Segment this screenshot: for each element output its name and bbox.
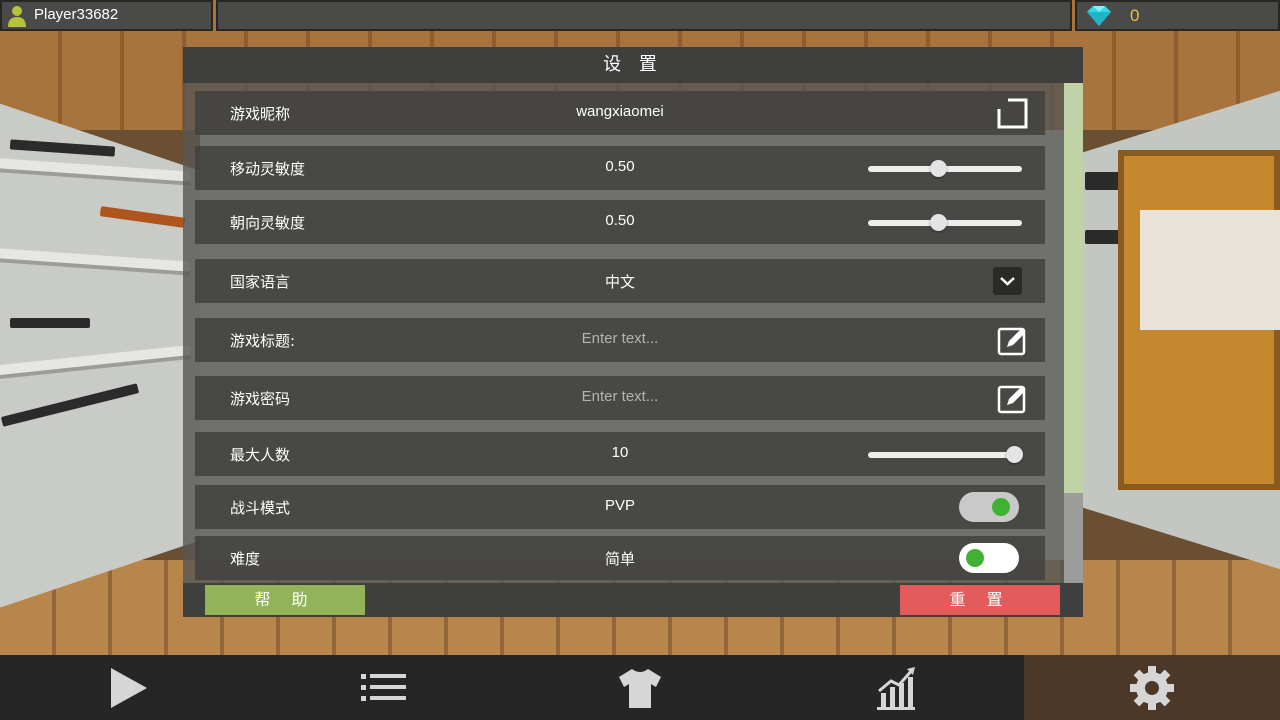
settings-row-game-password: 游戏密码 Enter text... [195,376,1045,420]
row-label: 最大人数 [230,446,291,464]
settings-list[interactable]: 游戏昵称 wangxiaomei 移动灵敏度 0.50 朝向灵敏度 0.50 国… [195,91,1045,583]
move-sensitivity-value: 0.50 [605,158,635,175]
settings-row-language: 国家语言 中文 [195,259,1045,303]
toggle-knob [992,498,1010,516]
battle-mode-value: PVP [604,497,635,514]
nav-stats[interactable] [768,655,1024,720]
top-bar: Player33682 0 [0,0,1280,31]
game-title-input[interactable]: Enter text... [520,330,720,347]
top-bar-spacer [216,0,1072,31]
gear-icon [1130,666,1174,710]
max-players-slider[interactable] [868,446,1023,463]
row-label: 移动灵敏度 [230,160,306,178]
stats-chart-icon [877,667,915,710]
row-label: 国家语言 [230,273,291,291]
list-icon [361,674,406,701]
play-icon [111,668,147,708]
slider-handle[interactable] [930,214,947,231]
edit-box-icon[interactable] [997,98,1028,129]
settings-row-difficulty: 难度 简单 [195,536,1045,580]
settings-row-nickname: 游戏昵称 wangxiaomei [195,91,1045,135]
row-label: 游戏密码 [230,390,291,408]
nav-list[interactable] [256,655,512,720]
help-button[interactable]: 帮 助 [205,585,365,615]
player-avatar-icon [8,6,26,27]
language-value: 中文 [604,274,635,291]
settings-row-battle-mode: 战斗模式 PVP [195,485,1045,529]
move-sensitivity-slider[interactable] [868,160,1022,177]
slider-track [868,452,1022,458]
diamond-icon [1087,6,1111,26]
edit-icon[interactable] [997,383,1028,414]
settings-title: 设 置 [183,47,1083,83]
nav-play[interactable] [0,655,256,720]
gem-count: 0 [1130,6,1140,25]
row-label: 战斗模式 [230,499,291,517]
slider-handle[interactable] [930,160,947,177]
difficulty-toggle[interactable] [959,543,1019,573]
nickname-value: wangxiaomei [576,103,664,120]
battle-mode-toggle[interactable] [959,492,1019,522]
language-dropdown-button[interactable] [993,267,1022,295]
settings-row-max-players: 最大人数 10 [195,432,1045,476]
settings-row-move-sensitivity: 移动灵敏度 0.50 [195,146,1045,190]
row-label: 游戏标题: [230,332,296,350]
tshirt-icon [619,669,661,708]
settings-panel: 设 置 游戏昵称 wangxiaomei 移动灵敏度 0.50 朝向灵敏度 0.… [183,47,1083,617]
toggle-knob [966,549,984,567]
nav-settings[interactable] [1024,655,1280,720]
settings-row-look-sensitivity: 朝向灵敏度 0.50 [195,200,1045,244]
settings-action-bar: 帮 助 重 置 [183,583,1083,617]
nav-skin[interactable] [512,655,768,720]
bottom-navigation [0,655,1280,720]
edit-icon[interactable] [997,325,1028,356]
settings-scrollbar[interactable] [1064,83,1083,583]
settings-row-game-title: 游戏标题: Enter text... [195,318,1045,362]
gem-balance[interactable]: 0 [1075,0,1280,31]
cabinet-panel [1140,210,1280,330]
rifle-prop [10,318,90,328]
row-label: 游戏昵称 [230,105,291,123]
scrollbar-thumb[interactable] [1064,83,1083,493]
max-players-value: 10 [611,444,629,461]
slider-handle[interactable] [1006,446,1023,463]
chevron-down-icon [1000,277,1015,286]
difficulty-value: 简单 [604,551,635,568]
player-profile[interactable]: Player33682 [0,0,213,31]
look-sensitivity-value: 0.50 [605,212,635,229]
reset-button[interactable]: 重 置 [900,585,1060,615]
row-label: 难度 [230,550,261,568]
player-name: Player33682 [34,6,119,23]
row-label: 朝向灵敏度 [230,214,306,232]
look-sensitivity-slider[interactable] [868,214,1022,231]
game-password-input[interactable]: Enter text... [520,388,720,405]
